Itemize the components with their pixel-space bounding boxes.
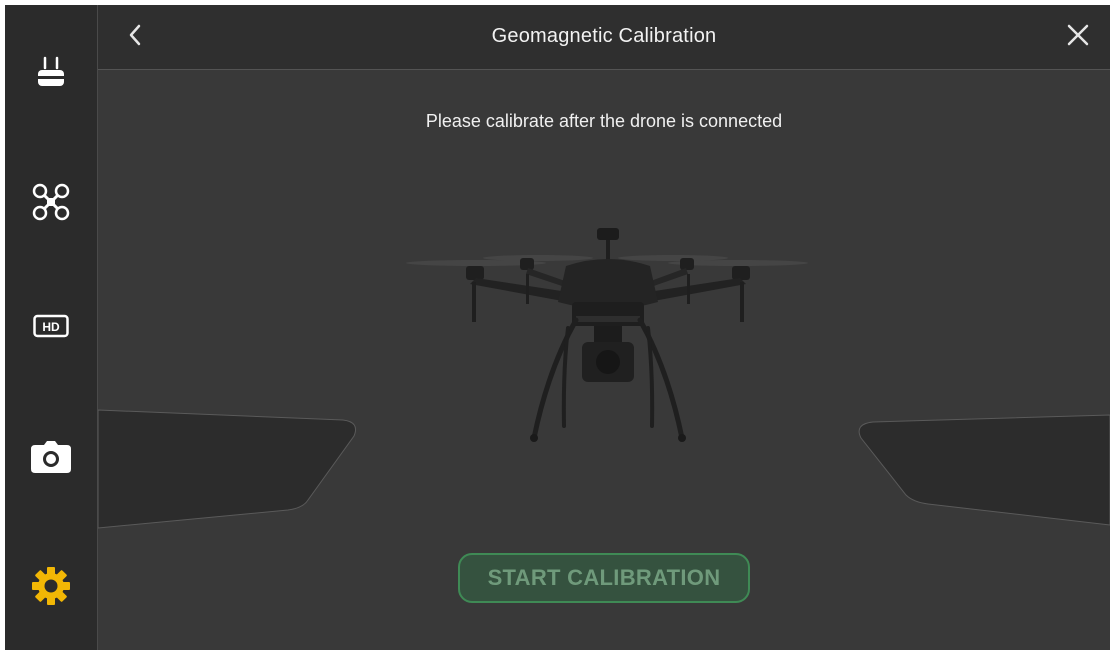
gear-icon — [31, 566, 71, 606]
camera-icon — [31, 441, 71, 473]
sidebar-item-camera[interactable] — [5, 417, 97, 497]
start-calibration-label: START CALIBRATION — [487, 565, 721, 590]
close-icon — [1067, 24, 1089, 51]
calibration-message: Please calibrate after the drone is conn… — [425, 111, 783, 131]
close-button[interactable] — [1062, 21, 1094, 53]
drone-icon — [31, 182, 71, 222]
sidebar-item-remote-controller[interactable] — [5, 33, 97, 113]
sidebar-item-hd-transmission[interactable]: HD — [5, 286, 97, 366]
sidebar: HD — [5, 5, 98, 650]
drone-illustration — [406, 228, 808, 442]
svg-text:HD: HD — [42, 320, 60, 334]
calibration-panel: Please calibrate after the drone is conn… — [98, 70, 1110, 650]
app-window: HD Geomagnetic Calibration Please calibr… — [5, 5, 1110, 650]
header-bar: Geomagnetic Calibration — [98, 5, 1110, 70]
left-platform — [98, 409, 357, 529]
sidebar-item-aircraft[interactable] — [5, 162, 97, 242]
page-title: Geomagnetic Calibration — [491, 25, 717, 47]
sidebar-item-settings[interactable] — [5, 546, 97, 626]
remote-controller-icon — [35, 56, 67, 90]
hd-icon: HD — [33, 314, 69, 338]
start-calibration-button[interactable]: START CALIBRATION — [458, 553, 750, 603]
right-platform — [858, 414, 1110, 526]
